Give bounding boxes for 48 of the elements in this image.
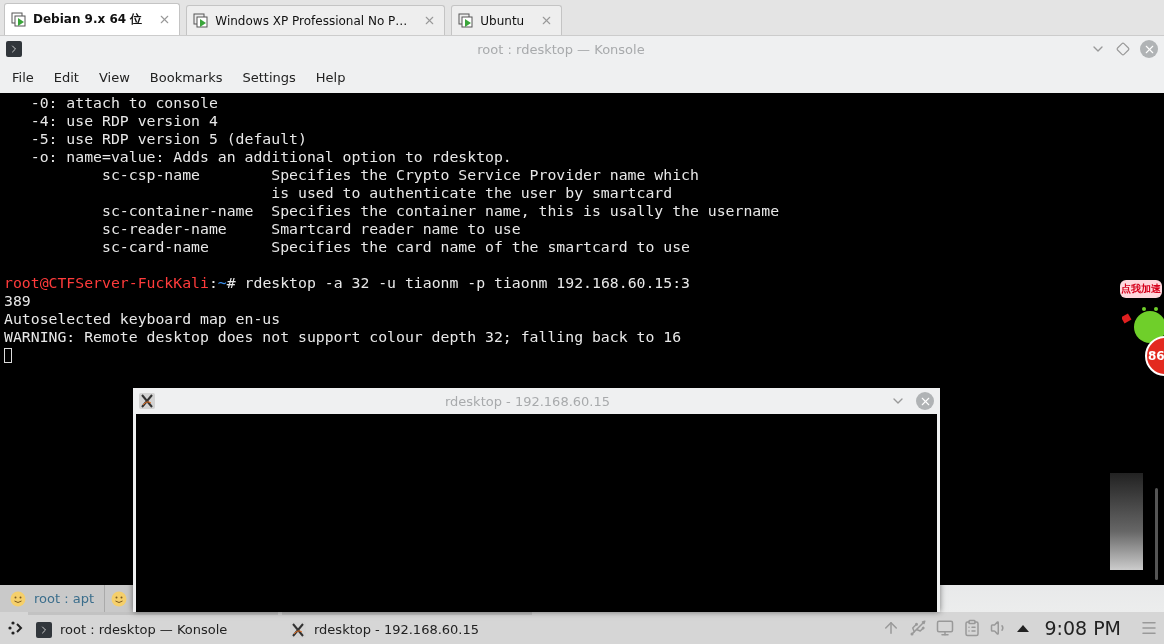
- launcher-icon[interactable]: [6, 619, 24, 637]
- expand-tray-icon[interactable]: [1017, 624, 1030, 632]
- terminal-line: sc-csp-name Specifies the Crypto Service Provider name which: [101, 166, 699, 184]
- terminal-cursor: [4, 348, 12, 363]
- tab-label: root : apt: [34, 591, 95, 606]
- terminal-line: Autoselected keyboard map en-us: [4, 310, 281, 328]
- terminal-app-icon: [6, 41, 22, 57]
- terminal-tab[interactable]: [105, 585, 134, 612]
- menu-item[interactable]: Bookmarks: [142, 68, 230, 87]
- menu-item[interactable]: View: [91, 68, 137, 87]
- close-icon[interactable]: [916, 392, 934, 410]
- terminal-line: -5: use RDP version 5 (default): [29, 130, 307, 148]
- close-icon[interactable]: [1140, 40, 1158, 58]
- scrollbar[interactable]: [1155, 488, 1158, 580]
- terminal-line: sc-card-name Specifies the card name of the smartcard to use: [101, 238, 690, 256]
- window-title: root : rdesktop — Konsole: [476, 41, 646, 57]
- monitor-icon[interactable]: [936, 619, 955, 637]
- vm-icon: [11, 11, 27, 28]
- vm-tab[interactable]: Windows XP Professional No P…: [186, 5, 446, 35]
- clipboard-icon[interactable]: [963, 619, 982, 637]
- terminal-line: sc-reader-name Smartcard reader name to use: [101, 220, 521, 238]
- terminal-line: sc-container-name Specifies the container name, this is usally the username: [101, 202, 780, 220]
- menu-item[interactable]: File: [5, 68, 41, 87]
- speed-up-bubble[interactable]: 点我加速: [1120, 280, 1162, 298]
- menu-item[interactable]: Edit: [46, 68, 86, 87]
- window-title: rdesktop - 192.168.60.15: [443, 393, 611, 409]
- vm-tab[interactable]: Debian 9.x 64 位: [4, 3, 181, 35]
- terminal-line: -0: attach to console: [29, 94, 218, 112]
- menu-item[interactable]: Settings: [235, 68, 303, 87]
- x-logo-icon: [139, 393, 155, 409]
- menu-item[interactable]: Help: [308, 68, 353, 87]
- usb-icon[interactable]: [909, 619, 928, 637]
- terminal-app-icon: [36, 621, 52, 638]
- terminal-line: 389: [4, 292, 31, 310]
- vm-icon: [458, 12, 475, 29]
- terminal-line: is used to authenticate the user by smartcard: [270, 184, 673, 202]
- menu-icon[interactable]: [1140, 619, 1158, 637]
- vm-tab[interactable]: Ubuntu: [451, 5, 563, 35]
- terminal-prompt-line: root@CTFServer-FuckKali:~# rdesktop -a 32 -u tiaonm -p tiaonm 192.168.60.15:3: [4, 274, 690, 292]
- terminal-line: -o: name=value: Adds an additional option to rdesktop.: [29, 148, 512, 166]
- terminal-line: WARNING: Remote desktop does not support colour depth 32; falling back to 16: [4, 328, 682, 346]
- smiley-icon: [10, 590, 26, 607]
- vm-icon: [193, 12, 210, 29]
- maximize-icon[interactable]: [1116, 42, 1130, 56]
- speed-count[interactable]: 86: [1148, 349, 1164, 363]
- terminal-line: -4: use RDP version 4: [29, 112, 218, 130]
- smiley-icon: [111, 590, 128, 607]
- clock[interactable]: 9:08 PM: [1044, 617, 1121, 639]
